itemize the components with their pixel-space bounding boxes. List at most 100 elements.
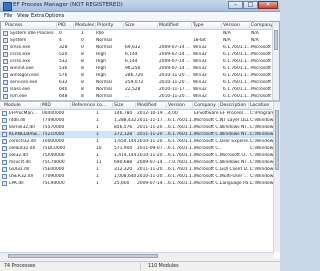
module-icon (2, 153, 7, 158)
module-cell-company: Microsoft C... (194, 160, 223, 165)
process-cell-process: csrss.exe (10, 52, 31, 57)
col-size[interactable]: Size (123, 23, 134, 28)
process-cell-priority: High (96, 73, 107, 78)
module-cell-description: Microsoft O... (220, 153, 249, 158)
process-cell-modules: 8 (81, 73, 84, 78)
module-cell-company: Microsoft C... (194, 132, 223, 137)
col-type[interactable]: Type (191, 23, 204, 28)
col-mid[interactable]: MID (40, 103, 51, 108)
module-row[interactable]: msvcrt.dll 75C70000 11 690,688 2009-07-14 ..… (0, 159, 280, 166)
module-hscroll-thumb[interactable] (8, 254, 158, 258)
process-cell-modules: 0 (81, 45, 84, 50)
module-cell-refs: 1 (96, 153, 99, 158)
module-icon (2, 174, 7, 179)
module-cell-refs: 1 (96, 167, 99, 172)
process-vscroll-thumb[interactable] (274, 30, 278, 50)
module-cell-version: 6.1.7601.1... (168, 174, 196, 179)
process-row[interactable]: winlogon.exe 576 8 High 286,720 2010-11-20 ..… (1, 72, 279, 79)
module-row[interactable]: ntdll.dll 77490000 1 1,288,432 2011-11-17 ..… (0, 117, 280, 124)
module-row[interactable]: ole32.dll 75A40000 1 1,414,144 2010-11-20 ..… (0, 152, 280, 159)
module-vscrollbar[interactable] (273, 102, 280, 252)
module-row[interactable]: comctl32.dll 10000000 1 1,654,144 2010-11-20… (0, 138, 280, 145)
module-row[interactable]: KERNELBASE... 75210000 1 272,128 2011-11-20 … (0, 131, 280, 138)
module-cell-refs: 1 (96, 118, 99, 123)
col-location[interactable]: Location (248, 103, 269, 108)
col-modules[interactable]: Modules (73, 23, 94, 28)
module-cell-size: 1,288,432 (114, 118, 137, 123)
process-cell-modified: 2009-07-14 ... (159, 66, 191, 71)
process-cell-version: 6.1.7601.1... (223, 73, 251, 78)
process-icon (3, 66, 8, 71)
col-module-company[interactable]: Company (192, 103, 216, 108)
col-priority[interactable]: Priority (95, 23, 113, 28)
col-module[interactable]: Module (4, 103, 21, 108)
process-cell-version: 6.1.7601.1... (223, 45, 251, 50)
col-module-version[interactable]: Version (166, 103, 185, 108)
module-row[interactable]: EFProcMan... 00400000 1 146,784 2012-10-19 .… (0, 110, 280, 117)
title-bar[interactable]: EF Process Manager (NOT REGISTERED) – □ … (0, 0, 280, 12)
process-row[interactable]: lsass.exe 640 8 Normal 22,528 2010-11-17 ... W… (1, 86, 279, 93)
col-module-size[interactable]: Size (112, 103, 123, 108)
menu-view[interactable]: View (17, 13, 29, 19)
process-cell-process: System (10, 38, 27, 43)
process-cell-size: 259,072 (125, 80, 144, 85)
maximize-button[interactable]: □ (243, 1, 258, 9)
process-row[interactable]: csrss.exe 520 8 High 6,144 2009-07-14 ... Win3… (1, 51, 279, 58)
module-vscroll-thumb[interactable] (275, 110, 279, 170)
module-cell-version: 7.0.7601.1... (168, 160, 196, 165)
module-hscrollbar[interactable] (0, 252, 274, 258)
process-cell-pid: 4 (59, 38, 62, 43)
module-cell-size: 1,008,640 (114, 174, 137, 179)
module-list[interactable]: Module MID Reference co... Size Modified… (0, 100, 280, 258)
col-modified[interactable]: Modified (157, 23, 179, 28)
module-cell-module: oleaut32.dll (9, 146, 36, 151)
module-row[interactable]: GDI32.dll 75E00000 1 312,320 2011-11-20 ... 6… (0, 166, 280, 173)
process-cell-priority: High (96, 59, 107, 64)
menu-file[interactable]: File (4, 13, 12, 19)
module-cell-mid: 75210000 (42, 132, 65, 137)
process-cell-version: 6.1.7601.1... (223, 80, 251, 85)
process-cell-type: Win32 (193, 73, 207, 78)
process-cell-modules: 8 (81, 52, 84, 57)
process-cell-size: 22,528 (125, 87, 141, 92)
process-row[interactable]: services.exe 632 8 Normal 259,072 2010-11-20 … (1, 79, 279, 86)
process-row[interactable]: System Idle Process 0 1 Idle N/A N/A (1, 30, 277, 37)
process-row[interactable]: smss.exe 328 0 Normal 69,632 2009-07-14 ... Wi… (1, 44, 279, 51)
process-row[interactable]: lsm.exe 648 8 Normal... 2010-11-20 ... Win32 6… (1, 93, 279, 100)
col-description[interactable]: Description (218, 103, 246, 108)
module-cell-version: 6.1.7601.1... (168, 118, 196, 123)
process-vscrollbar[interactable] (272, 22, 279, 100)
module-cell-version: 6.1.7601.1... (168, 125, 196, 130)
module-cell-refs: 1 (96, 111, 99, 116)
process-count: 74 Processes (4, 264, 36, 269)
module-row[interactable]: kernel32.dll 75570000 1 856,576 2011-11-20 .… (0, 124, 280, 131)
process-cell-process: smss.exe (10, 45, 31, 50)
process-cell-priority: Normal (96, 38, 112, 43)
module-cell-description: EF Process ... (220, 111, 249, 116)
minimize-button[interactable]: – (228, 1, 243, 9)
module-row[interactable]: USER32.dll 77090000 1 1,008,640 2010-11-20 .… (0, 173, 280, 180)
process-row[interactable]: System 4 0 Normal 18-bit N/A N/A (1, 37, 277, 44)
app-icon (3, 2, 12, 11)
process-row[interactable]: csrss.exe 532 8 High 6,144 2009-07-14 ... Win3… (1, 58, 279, 65)
module-row[interactable]: LPK.dll 75C90000 1 25,600 2009-07-14 ... 6.1.… (0, 180, 280, 187)
col-version[interactable]: Version (221, 23, 240, 28)
col-pid[interactable]: PID (56, 23, 66, 28)
module-cell-mid: 75C90000 (42, 181, 65, 186)
module-cell-modified: 2011-11-20 ... (137, 125, 169, 130)
close-button[interactable]: × (258, 1, 278, 9)
process-cell-pid: 640 (59, 87, 68, 92)
menu-extra[interactable]: Extra (31, 13, 44, 19)
module-cell-modified: 2011-09-07 ... (137, 146, 169, 151)
process-row[interactable]: wininit.exe 536 8 High 96,256 2009-07-14 ... W… (1, 65, 279, 72)
menu-bar: File View Extra Options (0, 12, 280, 20)
module-row[interactable]: oleaut32.dll 75DC0000 10 571,904 2011-09-07 … (0, 145, 280, 152)
module-cell-module: EFProcMan... (9, 111, 38, 116)
col-process[interactable]: Process (5, 23, 22, 28)
col-reference-count[interactable]: Reference co... (70, 103, 106, 108)
process-cell-pid: 0 (59, 31, 62, 36)
col-company[interactable]: Company (249, 23, 273, 28)
module-cell-description: Multi-User ... (220, 174, 248, 179)
col-module-modified[interactable]: Modified (135, 103, 157, 108)
menu-options[interactable]: Options (45, 13, 64, 19)
